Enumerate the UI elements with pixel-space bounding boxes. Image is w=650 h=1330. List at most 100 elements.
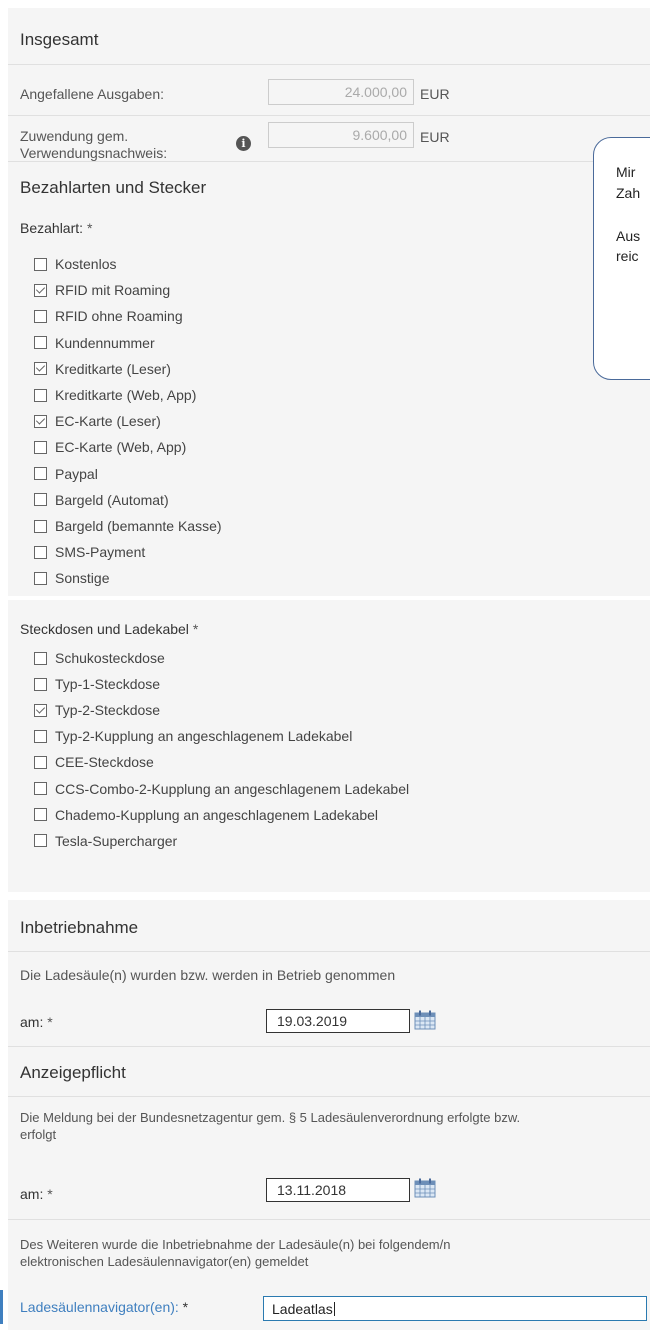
focus-indicator [0, 1290, 3, 1324]
stecker-option-label: Tesla-Supercharger [55, 832, 178, 849]
checkbox-unchecked[interactable] [34, 388, 47, 402]
checkbox-unchecked[interactable] [34, 440, 47, 454]
stecker-option[interactable]: CCS-Combo-2-Kupplung an angeschlagenem L… [34, 781, 409, 797]
checkbox-unchecked[interactable] [34, 677, 47, 691]
navigator-input[interactable]: Ladeatlas [263, 1296, 647, 1321]
bezahlart-option[interactable]: RFID ohne Roaming [34, 308, 183, 324]
checkbox-unchecked[interactable] [34, 651, 47, 665]
divider [8, 1096, 650, 1097]
bezahlart-option-label: Bargeld (bemannte Kasse) [55, 518, 222, 534]
stecker-option[interactable]: Chademo-Kupplung an angeschlagenem Ladek… [34, 807, 378, 823]
stecker-option-label: Typ-2-Steckdose [55, 702, 161, 719]
navigator-label: Ladesäulennavigator(en): * [20, 1299, 189, 1315]
zuwendung-unit: EUR [420, 129, 450, 145]
bezahlart-option[interactable]: RFID mit Roaming [34, 282, 170, 298]
zuwendung-label-line2: Verwendungsnachweis: [20, 145, 168, 161]
bezahlart-option-label: Bargeld (Automat) [55, 491, 169, 508]
checkbox-unchecked[interactable] [34, 729, 47, 743]
bezahlart-option-label: RFID mit Roaming [55, 282, 171, 299]
stecker-option-label: Chademo-Kupplung an angeschlagenem Ladek… [55, 806, 379, 823]
checkbox-unchecked[interactable] [34, 336, 47, 350]
bezahlart-option-label: Kreditkarte (Leser) [55, 360, 171, 377]
stecker-option[interactable]: Schukosteckdose [34, 650, 165, 666]
checkbox-unchecked[interactable] [34, 493, 47, 507]
text-caret [333, 1302, 335, 1316]
stecker-option-label: Schukosteckdose [55, 650, 165, 666]
checkbox-unchecked[interactable] [34, 545, 47, 559]
bezahlart-option-label: Sonstige [55, 570, 110, 587]
bezahlart-option-label: RFID ohne Roaming [55, 308, 183, 325]
checkbox-unchecked[interactable] [34, 571, 47, 585]
stecker-option[interactable]: Typ-2-Kupplung an angeschlagenem Ladekab… [34, 728, 352, 744]
bezahlart-option[interactable]: EC-Karte (Leser) [34, 413, 161, 429]
stecker-option-label: CCS-Combo-2-Kupplung an angeschlagenem L… [55, 780, 410, 797]
ausgaben-field[interactable]: 24.000,00 [268, 79, 414, 105]
calendar-icon[interactable] [414, 1178, 436, 1198]
zuwendung-label-line1: Zuwendung gem. [20, 128, 129, 144]
checkbox-unchecked[interactable] [34, 309, 47, 323]
bezahlart-option[interactable]: Kostenlos [34, 256, 116, 272]
divider [8, 951, 650, 952]
bezahlart-option[interactable]: Bargeld (Automat) [34, 492, 169, 508]
stecker-option[interactable]: CEE-Steckdose [34, 754, 154, 770]
bezahlart-option[interactable]: EC-Karte (Web, App) [34, 439, 186, 455]
callout-line-3: Aus [616, 228, 641, 244]
divider [8, 115, 650, 116]
stecker-option-label: Typ-2-Kupplung an angeschlagenem Ladekab… [55, 728, 353, 745]
bezahlart-option-label: SMS-Payment [55, 544, 146, 561]
checkbox-unchecked[interactable] [34, 782, 47, 795]
checkbox-checked[interactable] [34, 362, 47, 376]
checkbox-unchecked[interactable] [34, 257, 47, 271]
checkbox-checked[interactable] [34, 703, 47, 717]
bezahlart-option[interactable]: Kreditkarte (Web, App) [34, 387, 196, 403]
section-title-inbetriebnahme: Inbetriebnahme [20, 918, 139, 937]
bezahlart-label: Bezahlart: * [20, 220, 93, 236]
checkbox-unchecked[interactable] [34, 467, 47, 481]
bezahlart-option-label: Kostenlos [55, 256, 117, 272]
anzeige-am-label: am: * [20, 1186, 53, 1202]
callout-line-4: reic [616, 248, 639, 264]
checkbox-unchecked[interactable] [34, 755, 47, 769]
bezahlart-option-label: Paypal [55, 465, 98, 482]
callout-line-2: Zah [616, 185, 641, 201]
stecker-option-label: CEE-Steckdose [55, 754, 154, 771]
bezahlart-option[interactable]: SMS-Payment [34, 544, 145, 560]
checkbox-unchecked[interactable] [34, 519, 47, 533]
stecker-option[interactable]: Typ-1-Steckdose [34, 676, 160, 692]
zuwendung-field[interactable]: 9.600,00 [268, 122, 414, 148]
checkbox-checked[interactable] [34, 283, 47, 297]
checkbox-unchecked[interactable] [34, 808, 47, 822]
bezahlart-option[interactable]: Kreditkarte (Leser) [34, 361, 171, 377]
ausgaben-unit: EUR [420, 86, 450, 102]
section-title-anzeigepflicht: Anzeigepflicht [20, 1063, 126, 1082]
stecker-option[interactable]: Typ-2-Steckdose [34, 702, 160, 718]
comment-callout: Mir Zah Aus reic [593, 137, 650, 380]
divider [8, 161, 650, 162]
checkbox-checked[interactable] [34, 414, 47, 428]
bezahlart-option-label: Kundennummer [55, 334, 155, 351]
divider [8, 64, 650, 65]
inbetrieb-am-label: am: * [20, 1014, 53, 1030]
stecker-option-label: Typ-1-Steckdose [55, 676, 161, 693]
ausgaben-label: Angefallene Ausgaben: [20, 86, 165, 102]
section-title-bezahlarten: Bezahlarten und Stecker [20, 178, 207, 197]
inbetrieb-text: Die Ladesäule(n) wurden bzw. werden in B… [20, 967, 396, 983]
anzeige-date-input[interactable]: 13.11.2018 [266, 1178, 410, 1202]
bezahlart-option[interactable]: Paypal [34, 466, 98, 482]
section-title-insgesamt: Insgesamt [20, 30, 99, 49]
bezahlart-option[interactable]: Bargeld (bemannte Kasse) [34, 518, 222, 534]
bezahlart-option[interactable]: Sonstige [34, 570, 109, 586]
anzeige-text-line2: erfolgt [20, 1127, 57, 1142]
navigator-input-value: Ladeatlas [272, 1301, 333, 1317]
calendar-icon[interactable] [414, 1010, 436, 1030]
stecker-option[interactable]: Tesla-Supercharger [34, 833, 177, 849]
anzeige-text-line1: Die Meldung bei der Bundesnetzagentur ge… [20, 1110, 521, 1125]
callout-line-1: Mir [616, 164, 636, 180]
bezahlart-option-label: EC-Karte (Web, App) [55, 439, 187, 456]
anzeige-navigator-text-line1: Des Weiteren wurde die Inbetriebnahme de… [20, 1237, 451, 1252]
bezahlart-option[interactable]: Kundennummer [34, 335, 155, 351]
divider [8, 1046, 650, 1047]
inbetrieb-date-input[interactable]: 19.03.2019 [266, 1009, 410, 1033]
info-icon[interactable]: i [236, 136, 251, 151]
checkbox-unchecked[interactable] [34, 834, 47, 848]
